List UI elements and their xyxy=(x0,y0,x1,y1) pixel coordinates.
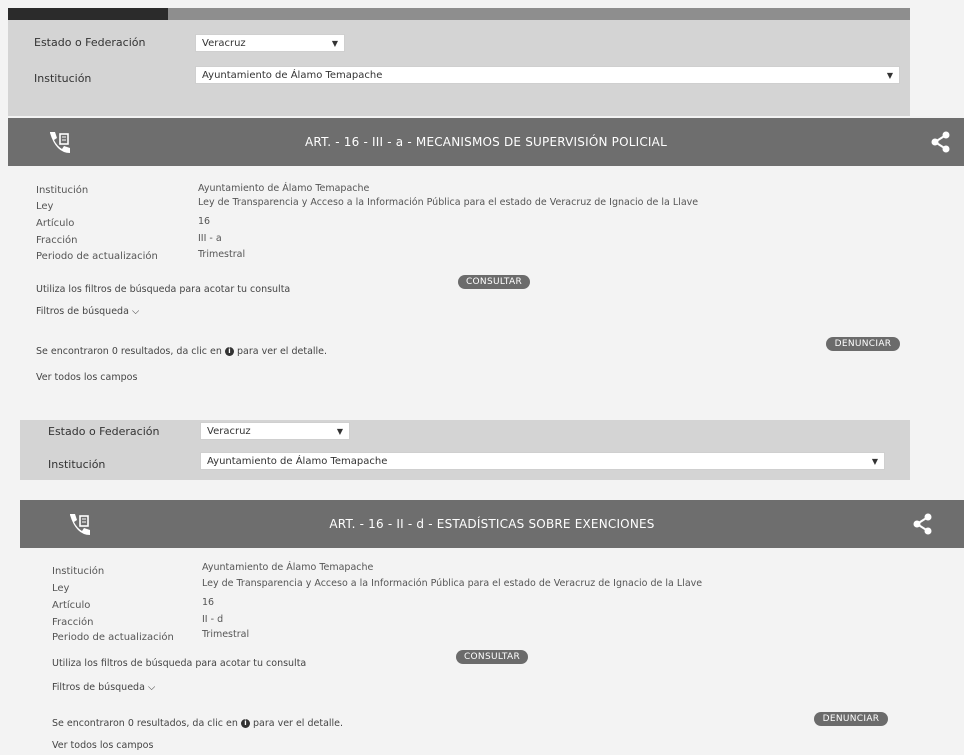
institucion-select[interactable]: Ayuntamiento de Álamo Temapache ▼ xyxy=(195,66,900,84)
chevron-down-icon: ▼ xyxy=(871,457,878,466)
estado-select-value: Veracruz xyxy=(207,426,251,437)
info-institucion-label: Institución xyxy=(36,185,89,196)
chevron-down-icon: ▼ xyxy=(331,39,338,48)
info-periodo-value: Trimestral xyxy=(198,249,246,260)
info-articulo-value: 16 xyxy=(202,597,215,608)
info-periodo-label: Periodo de actualización xyxy=(52,632,174,643)
info-institucion-value: Ayuntamiento de Álamo Temapache xyxy=(198,183,370,194)
info-fraccion-label: Fracción xyxy=(52,617,94,628)
estado-label: Estado o Federación xyxy=(48,425,160,438)
institucion-select[interactable]: Ayuntamiento de Álamo Temapache ▼ xyxy=(200,452,885,470)
filtros-label: Filtros de búsqueda xyxy=(52,682,145,693)
banner-title: ART. - 16 - III - a - MECANISMOS DE SUPE… xyxy=(305,135,667,149)
chevron-down-icon: ⌵ xyxy=(131,306,140,317)
help-text: Utiliza los filtros de búsqueda para aco… xyxy=(36,284,291,295)
consultar-button[interactable]: CONSULTAR xyxy=(458,275,530,289)
info-articulo-value: 16 xyxy=(198,216,211,227)
share-icon[interactable] xyxy=(912,513,934,539)
institucion-select-value: Ayuntamiento de Álamo Temapache xyxy=(202,70,383,81)
info-ley-value: Ley de Transparencia y Acceso a la Infor… xyxy=(202,578,703,589)
denunciar-button[interactable]: DENUNCIAR xyxy=(814,712,888,726)
results-pre: Se encontraron 0 resultados, da clic en xyxy=(52,718,238,729)
info-ley-label: Ley xyxy=(52,583,70,594)
institucion-label: Institución xyxy=(34,72,92,85)
chevron-down-icon: ▼ xyxy=(886,71,893,80)
estado-label: Estado o Federación xyxy=(34,36,146,49)
chevron-down-icon: ▼ xyxy=(336,427,343,436)
info-icon: i xyxy=(224,347,234,356)
institucion-label: Institución xyxy=(48,458,106,471)
results-text: Se encontraron 0 resultados, da clic en … xyxy=(36,346,327,357)
help-text: Utiliza los filtros de búsqueda para aco… xyxy=(52,658,307,669)
info-fraccion-value: III - a xyxy=(198,233,222,244)
info-ley-value: Ley de Transparencia y Acceso a la Infor… xyxy=(198,197,699,208)
info-periodo-label: Periodo de actualización xyxy=(36,251,158,262)
info-articulo-label: Artículo xyxy=(36,218,75,229)
article-banner: ART. - 16 - III - a - MECANISMOS DE SUPE… xyxy=(8,118,964,166)
results-post: para ver el detalle. xyxy=(236,346,328,357)
banner-title: ART. - 16 - II - d - ESTADÍSTICAS SOBRE … xyxy=(329,517,655,531)
institucion-select-value: Ayuntamiento de Álamo Temapache xyxy=(207,456,388,467)
info-ley-label: Ley xyxy=(36,201,54,212)
top-accent-bar xyxy=(8,8,168,20)
article-banner: ART. - 16 - II - d - ESTADÍSTICAS SOBRE … xyxy=(20,500,964,548)
ver-todos-link[interactable]: Ver todos los campos xyxy=(36,372,137,383)
share-icon[interactable] xyxy=(930,131,952,157)
results-text: Se encontraron 0 resultados, da clic en … xyxy=(52,718,343,729)
results-post: para ver el detalle. xyxy=(252,718,344,729)
estado-select[interactable]: Veracruz ▼ xyxy=(200,422,350,440)
info-fraccion-value: II - d xyxy=(202,614,224,625)
consultar-button[interactable]: CONSULTAR xyxy=(456,650,528,664)
top-rule xyxy=(168,8,910,20)
filtros-toggle[interactable]: Filtros de búsqueda ⌵ xyxy=(36,306,139,317)
chevron-down-icon: ⌵ xyxy=(147,682,156,693)
info-fraccion-label: Fracción xyxy=(36,235,78,246)
results-pre: Se encontraron 0 resultados, da clic en xyxy=(36,346,222,357)
denunciar-button[interactable]: DENUNCIAR xyxy=(826,337,900,351)
filtros-label: Filtros de búsqueda xyxy=(36,306,129,317)
ver-todos-link[interactable]: Ver todos los campos xyxy=(52,740,153,751)
filtros-toggle[interactable]: Filtros de búsqueda ⌵ xyxy=(52,682,155,693)
info-institucion-value: Ayuntamiento de Álamo Temapache xyxy=(202,562,374,573)
info-icon: i xyxy=(240,719,250,728)
estado-select-value: Veracruz xyxy=(202,38,246,49)
info-periodo-value: Trimestral xyxy=(202,629,250,640)
estado-select[interactable]: Veracruz ▼ xyxy=(195,34,345,52)
info-articulo-label: Artículo xyxy=(52,600,91,611)
info-institucion-label: Institución xyxy=(52,566,105,577)
